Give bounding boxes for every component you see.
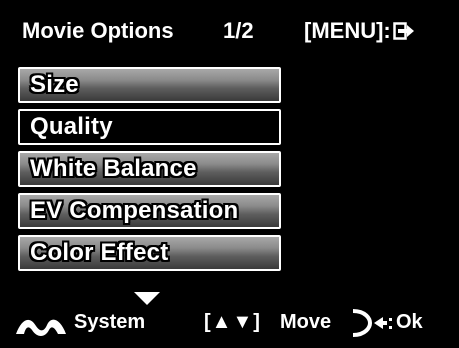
menu-title: Movie Options <box>22 18 174 43</box>
ok-hint-label: Ok <box>396 311 423 333</box>
menu-item-label: White Balance <box>30 155 197 182</box>
menu-item-ev-compensation[interactable]: EV Compensation <box>18 193 281 229</box>
exit-arrow-icon <box>393 22 414 40</box>
dial-left-icon <box>352 309 392 337</box>
menu-item-label: Color Effect <box>30 239 169 266</box>
page-indicator: 1/2 <box>223 18 254 43</box>
menu-header: Movie Options 1/2 [MENU]: <box>4 4 455 54</box>
menu-item-label: Quality <box>30 113 113 140</box>
system-wave-icon <box>16 319 66 336</box>
menu-exit-hint[interactable]: [MENU]: <box>304 18 415 44</box>
control-hints-bar: System [▲▼] Move Ok <box>4 292 455 344</box>
menu-item-quality[interactable]: Quality <box>18 109 281 145</box>
move-arrows-icon: [▲▼] <box>204 311 261 333</box>
menu-item-label: EV Compensation <box>30 197 239 224</box>
menu-item-label: Size <box>30 71 79 98</box>
menu-item-color-effect[interactable]: Color Effect <box>18 235 281 271</box>
camera-menu-screen: Movie Options 1/2 [MENU]: Size Quality W… <box>4 4 455 344</box>
down-triangle-icon <box>134 292 160 305</box>
menu-item-size[interactable]: Size <box>18 67 281 103</box>
menu-hint-label: [MENU]: <box>304 18 391 43</box>
menu-item-white-balance[interactable]: White Balance <box>18 151 281 187</box>
options-menu: Size Quality White Balance EV Compensati… <box>18 67 281 277</box>
system-hint-label: System <box>74 311 146 333</box>
move-hint-label: Move <box>280 311 332 333</box>
